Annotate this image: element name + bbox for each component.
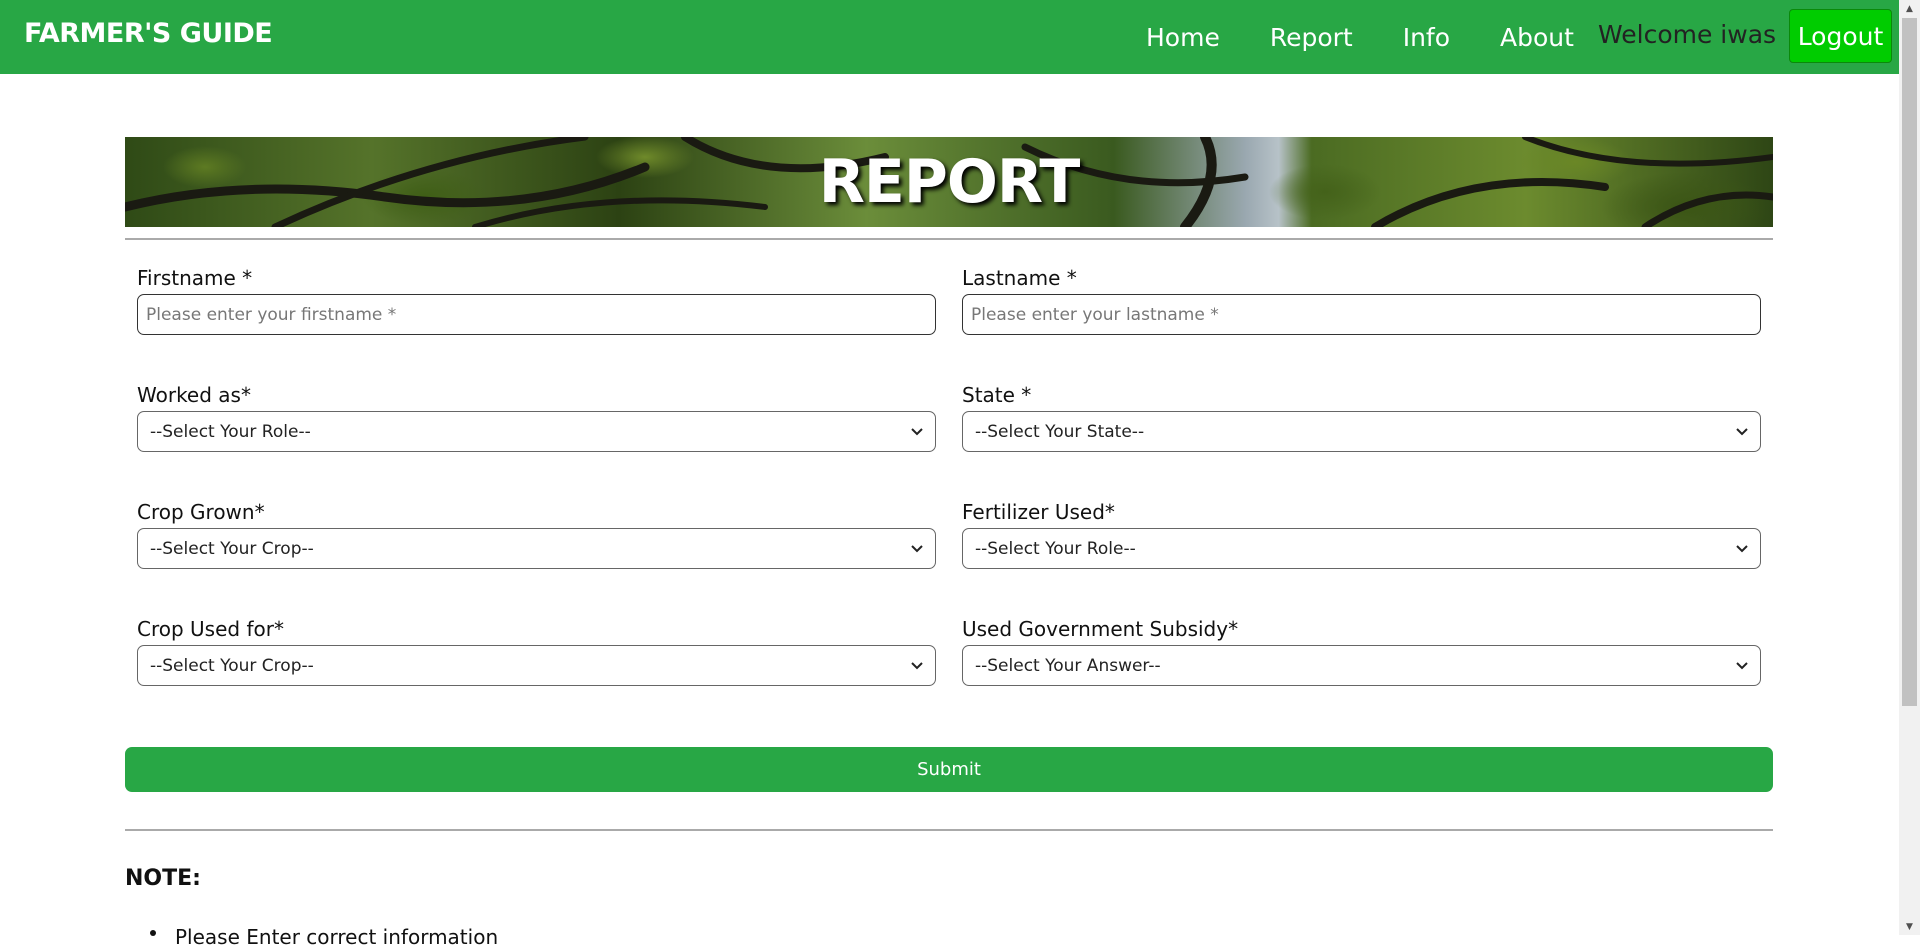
scroll-thumb[interactable] bbox=[1902, 18, 1917, 706]
nav-link-report[interactable]: Report bbox=[1270, 23, 1353, 52]
crop-grown-select[interactable]: --Select Your Crop-- bbox=[137, 528, 936, 569]
subsidy-select[interactable]: --Select Your Answer-- bbox=[962, 645, 1761, 686]
crop-grown-label: Crop Grown* bbox=[137, 500, 265, 524]
worked-as-label: Worked as* bbox=[137, 383, 251, 407]
subsidy-value: --Select Your Answer-- bbox=[975, 655, 1161, 676]
navbar: FARMER'S GUIDE Home Report Info About We… bbox=[0, 0, 1899, 74]
brand-logo[interactable]: FARMER'S GUIDE bbox=[24, 18, 273, 49]
divider-top bbox=[125, 238, 1773, 240]
chevron-down-icon bbox=[911, 662, 923, 670]
chevron-down-icon bbox=[911, 428, 923, 436]
divider-bottom bbox=[125, 829, 1773, 831]
nav-links: Home Report Info About bbox=[1146, 0, 1624, 74]
state-value: --Select Your State-- bbox=[975, 421, 1145, 442]
chevron-down-icon bbox=[1736, 545, 1748, 553]
nav-link-home[interactable]: Home bbox=[1146, 23, 1220, 52]
firstname-label: Firstname * bbox=[137, 266, 253, 290]
state-select[interactable]: --Select Your State-- bbox=[962, 411, 1761, 452]
crop-used-for-label: Crop Used for* bbox=[137, 617, 284, 641]
fertilizer-value: --Select Your Role-- bbox=[975, 538, 1136, 559]
report-banner: REPORT bbox=[125, 137, 1773, 227]
chevron-down-icon bbox=[1736, 662, 1748, 670]
worked-as-select[interactable]: --Select Your Role-- bbox=[137, 411, 936, 452]
lastname-input[interactable] bbox=[962, 294, 1761, 335]
crop-used-for-value: --Select Your Crop-- bbox=[150, 655, 314, 676]
page-scrollbar[interactable]: ▲ ▼ bbox=[1899, 0, 1920, 935]
nav-link-info[interactable]: Info bbox=[1403, 23, 1450, 52]
crop-used-for-select[interactable]: --Select Your Crop-- bbox=[137, 645, 936, 686]
subsidy-label: Used Government Subsidy* bbox=[962, 617, 1239, 641]
chevron-down-icon bbox=[1736, 428, 1748, 436]
firstname-input[interactable] bbox=[137, 294, 936, 335]
state-label: State * bbox=[962, 383, 1032, 407]
nav-link-about[interactable]: About bbox=[1500, 23, 1574, 52]
bullet-icon bbox=[150, 930, 156, 936]
fertilizer-select[interactable]: --Select Your Role-- bbox=[962, 528, 1761, 569]
scroll-down-arrow-icon[interactable]: ▼ bbox=[1899, 918, 1920, 935]
fertilizer-label: Fertilizer Used* bbox=[962, 500, 1115, 524]
scroll-up-arrow-icon[interactable]: ▲ bbox=[1899, 0, 1920, 17]
crop-grown-value: --Select Your Crop-- bbox=[150, 538, 314, 559]
note-heading: NOTE: bbox=[125, 866, 201, 891]
welcome-text: Welcome iwas bbox=[1598, 20, 1777, 49]
logout-button[interactable]: Logout bbox=[1789, 9, 1892, 63]
page-title: REPORT bbox=[818, 147, 1081, 217]
worked-as-value: --Select Your Role-- bbox=[150, 421, 311, 442]
note-item: Please Enter correct information bbox=[175, 925, 499, 949]
submit-button[interactable]: Submit bbox=[125, 747, 1773, 792]
lastname-label: Lastname * bbox=[962, 266, 1077, 290]
chevron-down-icon bbox=[911, 545, 923, 553]
